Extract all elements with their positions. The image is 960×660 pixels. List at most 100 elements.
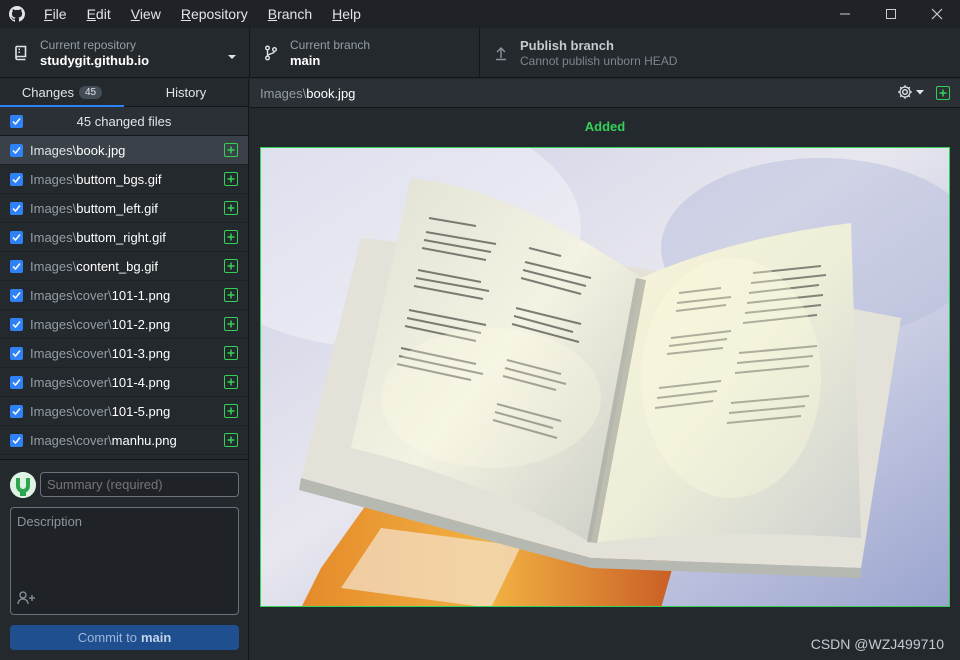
menu-mnemonic: H: [332, 6, 343, 22]
current-repository-label: Current repository: [40, 37, 137, 52]
file-path: Images\cover\101-5.png: [30, 404, 170, 419]
maximize-button[interactable]: [868, 0, 914, 28]
file-added-icon: [224, 375, 238, 389]
file-name: buttom_left.gif: [76, 200, 158, 216]
file-path: Images\cover\101-4.png: [30, 375, 170, 390]
file-row[interactable]: Images\cover\101-4.png: [0, 368, 248, 397]
tab-changes[interactable]: Changes 45: [0, 79, 124, 107]
caret-down-icon: [916, 89, 924, 94]
tab-changes-label: Changes: [21, 85, 74, 100]
sidebar: Changes 45 History 45 changed files Imag…: [0, 79, 249, 660]
branch-icon: [262, 44, 280, 62]
file-checkbox[interactable]: [10, 288, 23, 302]
tab-history-label: History: [165, 85, 207, 100]
current-branch-label: Current branch: [290, 37, 371, 52]
menu-edit[interactable]: Edit: [77, 0, 121, 28]
file-name: 101-2.png: [111, 316, 171, 332]
menu-mnemonic: B: [267, 6, 278, 22]
menu-bar: File Edit View Repository Branch Help: [34, 0, 371, 28]
minimize-button[interactable]: [822, 0, 868, 28]
file-added-icon: [936, 86, 950, 100]
close-button[interactable]: [914, 0, 960, 28]
gear-icon: [898, 85, 912, 99]
watermark: CSDN @WZJ499710: [810, 636, 944, 652]
commit-button-prefix: Commit to: [77, 630, 137, 645]
file-row[interactable]: Images\cover\101-3.png: [0, 339, 248, 368]
file-added-icon: [224, 317, 238, 331]
add-co-author-icon[interactable]: [17, 591, 37, 608]
diff-header: Images\book.jpg: [250, 79, 960, 108]
file-name: 101-5.png: [111, 403, 171, 419]
file-row[interactable]: Images\buttom_right.gif: [0, 223, 248, 252]
current-branch-value: main: [290, 52, 321, 68]
current-branch-button[interactable]: Current branch main: [250, 28, 480, 78]
file-row[interactable]: Images\book.jpg: [0, 136, 248, 165]
file-name: manhu.png: [111, 432, 177, 448]
file-row[interactable]: Images\content_bg.gif: [0, 252, 248, 281]
file-row[interactable]: Images\buttom_left.gif: [0, 194, 248, 223]
select-all-checkbox[interactable]: [10, 115, 23, 128]
diff-file-name: book.jpg: [306, 85, 356, 101]
changed-files-count: 45 changed files: [76, 113, 172, 129]
file-checkbox[interactable]: [10, 375, 23, 389]
file-path: Images\cover\101-1.png: [30, 288, 170, 303]
menu-mnemonic: V: [130, 6, 140, 22]
menu-label-rest: iew: [139, 6, 161, 22]
file-dir: Images\: [30, 229, 77, 245]
file-row[interactable]: Images\cover\manhu.png: [0, 426, 248, 455]
repository-icon: [12, 44, 30, 62]
summary-input[interactable]: [40, 472, 239, 497]
file-checkbox[interactable]: [10, 172, 23, 186]
changed-file-list: Images\book.jpg Images\buttom_bgs.gif Imag…: [0, 136, 248, 455]
file-dir: Images\: [30, 171, 77, 187]
file-added-icon: [224, 201, 238, 215]
current-repository-button[interactable]: Current repository studygit.github.io: [0, 28, 250, 78]
commit-panel: Description Commit to main: [0, 459, 249, 660]
commit-button-branch: main: [140, 630, 172, 645]
description-placeholder: Description: [17, 514, 83, 529]
file-checkbox[interactable]: [10, 201, 23, 215]
file-checkbox[interactable]: [10, 346, 23, 360]
file-dir: Images\cover\: [30, 287, 112, 303]
file-path: Images\buttom_bgs.gif: [30, 172, 162, 187]
file-path: Images\buttom_right.gif: [30, 230, 166, 245]
menu-mnemonic: E: [86, 6, 96, 22]
commit-button[interactable]: Commit to main: [10, 625, 239, 650]
file-checkbox[interactable]: [10, 259, 23, 273]
file-added-icon: [224, 230, 238, 244]
file-name: 101-1.png: [111, 287, 171, 303]
file-row[interactable]: Images\cover\101-1.png: [0, 281, 248, 310]
file-added-icon: [224, 433, 238, 447]
file-checkbox[interactable]: [10, 230, 23, 244]
description-input[interactable]: Description: [10, 507, 239, 615]
menu-help[interactable]: Help: [322, 0, 371, 28]
file-dir: Images\: [30, 142, 77, 158]
menu-repository[interactable]: Repository: [171, 0, 258, 28]
file-dir: Images\: [30, 258, 77, 274]
file-checkbox[interactable]: [10, 404, 23, 418]
file-path: Images\cover\manhu.png: [30, 433, 177, 448]
file-checkbox[interactable]: [10, 317, 23, 331]
changes-count-badge: 45: [78, 86, 103, 99]
file-path: Images\book.jpg: [30, 143, 125, 158]
menu-label-rest: epository: [190, 6, 248, 22]
diff-settings-button[interactable]: [897, 84, 924, 100]
publish-branch-button[interactable]: Publish branch Cannot publish unborn HEA…: [480, 28, 740, 78]
current-repository-value: studygit.github.io: [40, 52, 150, 68]
diff-status-label: Added: [584, 119, 626, 134]
caret-down-icon: [227, 48, 237, 63]
menu-view[interactable]: View: [121, 0, 171, 28]
file-row[interactable]: Images\cover\101-5.png: [0, 397, 248, 426]
file-row[interactable]: Images\cover\101-2.png: [0, 310, 248, 339]
menu-branch[interactable]: Branch: [258, 0, 322, 28]
file-name: buttom_right.gif: [76, 229, 166, 245]
file-dir: Images\cover\: [30, 345, 112, 361]
file-checkbox[interactable]: [10, 143, 23, 157]
file-dir: Images\: [30, 200, 77, 216]
file-row[interactable]: Images\buttom_bgs.gif: [0, 165, 248, 194]
file-checkbox[interactable]: [10, 433, 23, 447]
menu-file[interactable]: File: [34, 0, 77, 28]
avatar: [10, 472, 36, 498]
tab-history[interactable]: History: [124, 79, 248, 106]
file-name: 101-4.png: [111, 374, 171, 390]
